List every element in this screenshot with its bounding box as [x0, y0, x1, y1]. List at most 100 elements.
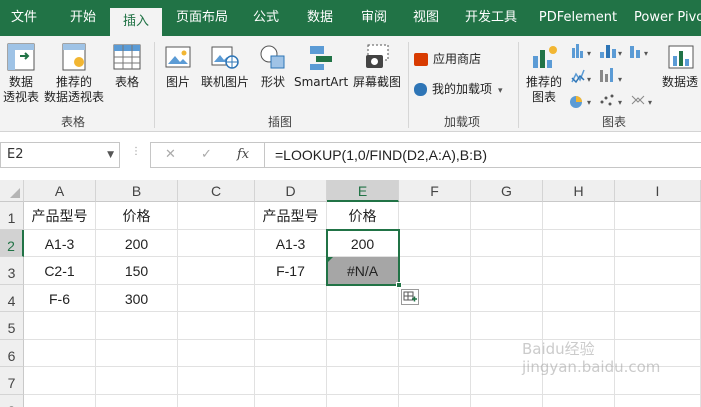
cell-h8[interactable] [543, 394, 615, 407]
cell-d4[interactable] [255, 284, 327, 312]
cell-i4[interactable] [615, 284, 701, 312]
cell-e6[interactable] [327, 339, 399, 367]
select-all-corner[interactable] [0, 180, 24, 202]
cell-f8[interactable] [399, 394, 471, 407]
cell-h5[interactable] [543, 312, 615, 340]
formula-input[interactable]: =LOOKUP(1,0/FIND(D2,A:A),B:B) [264, 142, 701, 168]
cell-b7[interactable] [96, 367, 178, 395]
fill-handle[interactable] [396, 281, 402, 288]
cell-h3[interactable] [543, 257, 615, 285]
cell-b8[interactable] [96, 394, 178, 407]
online-pictures-button[interactable]: 联机图片 [198, 42, 252, 90]
cell-i8[interactable] [615, 394, 701, 407]
cell-i3[interactable] [615, 257, 701, 285]
cell-d8[interactable] [255, 394, 327, 407]
row-header-8[interactable]: 8 [0, 394, 24, 407]
cell-e2[interactable]: 200 [327, 229, 399, 257]
cell-c5[interactable] [178, 312, 255, 340]
cell-e8[interactable] [327, 394, 399, 407]
cell-g5[interactable] [471, 312, 543, 340]
row-header-7[interactable]: 7 [0, 367, 24, 395]
cell-a4[interactable]: F-6 [24, 284, 96, 312]
cell-e1[interactable]: 价格 [327, 202, 399, 230]
cell-e5[interactable] [327, 312, 399, 340]
cell-b6[interactable] [96, 339, 178, 367]
row-header-4[interactable]: 4 [0, 284, 24, 312]
pictures-button[interactable]: 图片 [160, 42, 196, 90]
column-header-g[interactable]: G [471, 180, 543, 202]
cell-h1[interactable] [543, 202, 615, 230]
cell-e3[interactable]: #N/A [327, 257, 399, 285]
cell-e4[interactable] [327, 284, 399, 312]
cell-d6[interactable] [255, 339, 327, 367]
row-header-2[interactable]: 2 [0, 229, 24, 257]
tab-pdfelement[interactable]: PDFelement [536, 0, 620, 36]
cell-g8[interactable] [471, 394, 543, 407]
cell-e7[interactable] [327, 367, 399, 395]
cell-f6[interactable] [399, 339, 471, 367]
tab-home[interactable]: 开始 [57, 0, 109, 36]
cell-f7[interactable] [399, 367, 471, 395]
cell-f5[interactable] [399, 312, 471, 340]
name-box[interactable]: E2 ▼ [0, 142, 120, 168]
column-header-h[interactable]: H [543, 180, 615, 202]
cell-h2[interactable] [543, 229, 615, 257]
cell-a1[interactable]: 产品型号 [24, 202, 96, 230]
cell-c3[interactable] [178, 257, 255, 285]
cancel-icon[interactable]: ✕ [165, 147, 176, 162]
cell-g3[interactable] [471, 257, 543, 285]
cell-g2[interactable] [471, 229, 543, 257]
column-header-b[interactable]: B [96, 180, 178, 202]
cell-f3[interactable] [399, 257, 471, 285]
cell-d7[interactable] [255, 367, 327, 395]
chevron-down-icon[interactable]: ▼ [107, 143, 114, 167]
cell-f1[interactable] [399, 202, 471, 230]
row-header-3[interactable]: 3 [0, 257, 24, 285]
tab-insert[interactable]: 插入 [110, 8, 162, 36]
cell-c8[interactable] [178, 394, 255, 407]
insert-function-icon[interactable]: fx [237, 147, 249, 162]
shapes-button[interactable]: 形状 [256, 42, 290, 90]
pivot-chart-button[interactable]: 数据透 [662, 42, 701, 90]
chart-type-gallery[interactable]: ▾ ▾ ▾ ▾ ▾ ▾ ▾ ▾ [570, 42, 660, 108]
tab-data[interactable]: 数据 [298, 0, 342, 36]
cell-g4[interactable] [471, 284, 543, 312]
column-header-e[interactable]: E [327, 180, 399, 202]
resize-handle-icon[interactable]: ⋮ [131, 146, 142, 157]
store-button[interactable]: 应用商店 [414, 50, 481, 68]
tab-developer[interactable]: 开发工具 [456, 0, 526, 36]
my-addins-button[interactable]: 我的加载项 ▾ [414, 80, 503, 100]
column-header-i[interactable]: I [615, 180, 701, 202]
column-header-d[interactable]: D [255, 180, 327, 202]
cell-b5[interactable] [96, 312, 178, 340]
cell-a2[interactable]: A1-3 [24, 229, 96, 257]
column-header-f[interactable]: F [399, 180, 471, 202]
cell-g1[interactable] [471, 202, 543, 230]
column-header-c[interactable]: C [178, 180, 255, 202]
cell-i2[interactable] [615, 229, 701, 257]
cell-a5[interactable] [24, 312, 96, 340]
cell-b1[interactable]: 价格 [96, 202, 178, 230]
screenshot-button[interactable]: 屏幕截图 [350, 42, 404, 90]
recommended-pivot-button[interactable]: 推荐的 数据透视表 [42, 42, 106, 105]
cell-a3[interactable]: C2-1 [24, 257, 96, 285]
cell-h4[interactable] [543, 284, 615, 312]
table-button[interactable]: 表格 [110, 42, 144, 90]
cell-i5[interactable] [615, 312, 701, 340]
cell-d2[interactable]: A1-3 [255, 229, 327, 257]
cell-b2[interactable]: 200 [96, 229, 178, 257]
pivot-table-button[interactable]: 数据 透视表 [2, 42, 40, 105]
tab-file[interactable]: 文件 [0, 0, 48, 36]
cell-a6[interactable] [24, 339, 96, 367]
tab-formulas[interactable]: 公式 [244, 0, 288, 36]
cell-b3[interactable]: 150 [96, 257, 178, 285]
smartart-button[interactable]: SmartArt [294, 42, 348, 90]
row-header-1[interactable]: 1 [0, 202, 24, 230]
cell-c7[interactable] [178, 367, 255, 395]
cell-c6[interactable] [178, 339, 255, 367]
cell-d5[interactable] [255, 312, 327, 340]
row-header-5[interactable]: 5 [0, 312, 24, 340]
cell-b4[interactable]: 300 [96, 284, 178, 312]
quick-analysis-button[interactable] [401, 288, 419, 305]
row-header-6[interactable]: 6 [0, 339, 24, 367]
